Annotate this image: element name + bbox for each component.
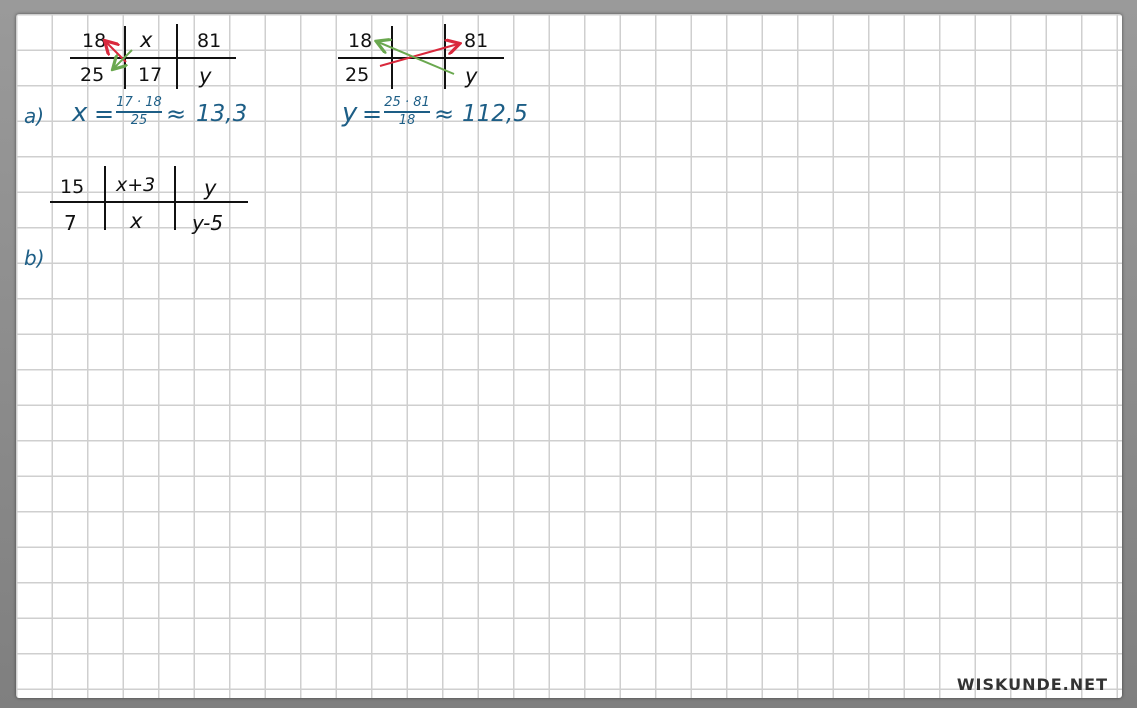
wiskunde-logo: WISKUNDE.NET bbox=[956, 675, 1108, 694]
t3-divider-2 bbox=[174, 166, 176, 230]
t3-top-1: 15 bbox=[60, 176, 85, 198]
t3-top-2: x+3 bbox=[116, 174, 156, 196]
t2-green-arrow bbox=[378, 42, 455, 75]
window-frame: 18 x 81 25 17 y 18 81 25 y a) x = 17 · 1… bbox=[0, 0, 1137, 708]
t3-top-3: y bbox=[204, 176, 217, 200]
t3-divider-1 bbox=[104, 166, 106, 230]
eq1-result: 13,3 bbox=[196, 101, 248, 127]
t3-bottom-2: x bbox=[130, 209, 143, 233]
eq1-equals: = bbox=[94, 100, 115, 128]
eq1-denominator: 25 bbox=[130, 113, 148, 128]
eq2-fraction: 25 · 81 18 bbox=[384, 96, 430, 128]
eq1-lhs: x bbox=[72, 98, 88, 128]
eq1-fraction: 17 · 18 25 bbox=[116, 96, 162, 128]
part-b-label: b) bbox=[24, 246, 45, 270]
eq2-equals: = bbox=[362, 100, 383, 128]
eq1-approx-sign: ≈ bbox=[166, 100, 187, 128]
eq2-lhs: y bbox=[342, 98, 358, 128]
eq2-numerator: 25 · 81 bbox=[384, 95, 430, 110]
t3-bottom-3: y-5 bbox=[192, 211, 224, 235]
part-a-label: a) bbox=[24, 104, 45, 128]
eq2-denominator: 18 bbox=[398, 113, 416, 128]
eq1-numerator: 17 · 18 bbox=[116, 95, 162, 110]
eq2-result: 112,5 bbox=[462, 101, 528, 127]
whiteboard: 18 x 81 25 17 y 18 81 25 y a) x = 17 · 1… bbox=[16, 14, 1122, 698]
t3-bottom-1: 7 bbox=[64, 211, 77, 235]
t3-horizontal-line bbox=[50, 201, 248, 203]
eq2-approx-sign: ≈ bbox=[434, 100, 455, 128]
